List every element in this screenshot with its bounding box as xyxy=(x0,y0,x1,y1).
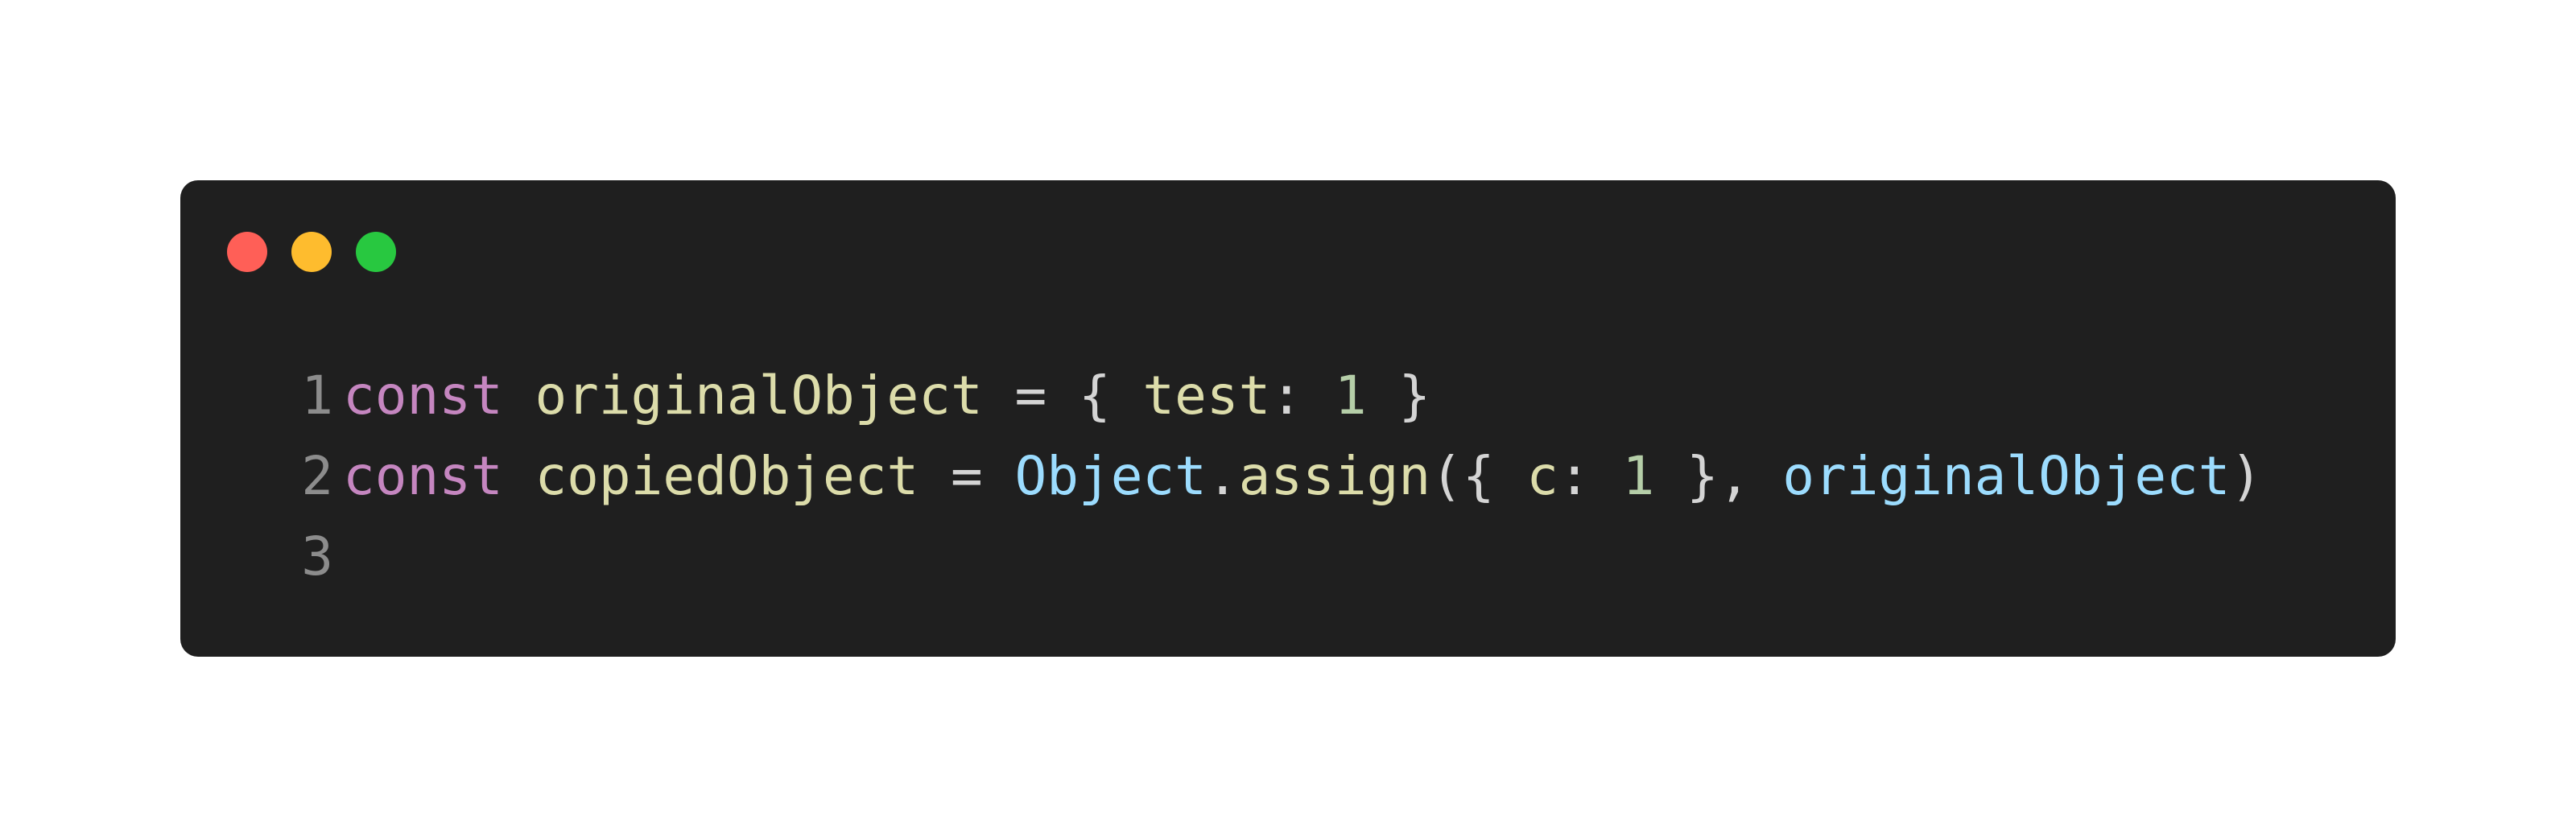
code-line: 2 const copiedObject = Object.assign({ c:… xyxy=(269,436,2262,517)
code-token-punctuation xyxy=(503,445,535,507)
code-token-type: originalObject xyxy=(1782,445,2231,507)
line-number: 3 xyxy=(301,526,333,588)
code-token-punctuation: } xyxy=(1366,365,1431,427)
code-block: 1 const originalObject = { test: 1 } 2 cons… xyxy=(269,356,2262,597)
line-number: 1 xyxy=(301,365,333,427)
code-token-type: Object xyxy=(1014,445,1207,507)
code-token-punctuation: ({ xyxy=(1430,445,1527,507)
minimize-light[interactable] xyxy=(291,232,332,272)
code-token-keyword: const xyxy=(343,365,503,427)
line-number: 2 xyxy=(301,445,333,507)
code-line: 1 const originalObject = { test: 1 } xyxy=(269,356,2262,436)
zoom-light[interactable] xyxy=(356,232,396,272)
code-window: 1 const originalObject = { test: 1 } 2 cons… xyxy=(180,180,2396,657)
code-token-identifier: test xyxy=(1142,365,1271,427)
code-token-punctuation: : xyxy=(1558,445,1623,507)
code-token-identifier: originalObject xyxy=(535,365,983,427)
close-light[interactable] xyxy=(227,232,267,272)
code-token-identifier: c xyxy=(1526,445,1559,507)
code-token-identifier: assign xyxy=(1238,445,1431,507)
code-token-punctuation: : xyxy=(1270,365,1335,427)
code-token-number: 1 xyxy=(1622,445,1655,507)
code-token-punctuation: ) xyxy=(2230,445,2263,507)
code-token-punctuation: = xyxy=(919,445,1015,507)
code-line: 3 xyxy=(269,517,2262,597)
code-token-keyword: const xyxy=(343,445,503,507)
code-token-number: 1 xyxy=(1334,365,1367,427)
code-token-punctuation: . xyxy=(1206,445,1239,507)
code-token-punctuation: }, xyxy=(1654,445,1783,507)
code-token-punctuation: = { xyxy=(982,365,1143,427)
code-token-identifier: copiedObject xyxy=(535,445,919,507)
code-token-punctuation xyxy=(503,365,535,427)
